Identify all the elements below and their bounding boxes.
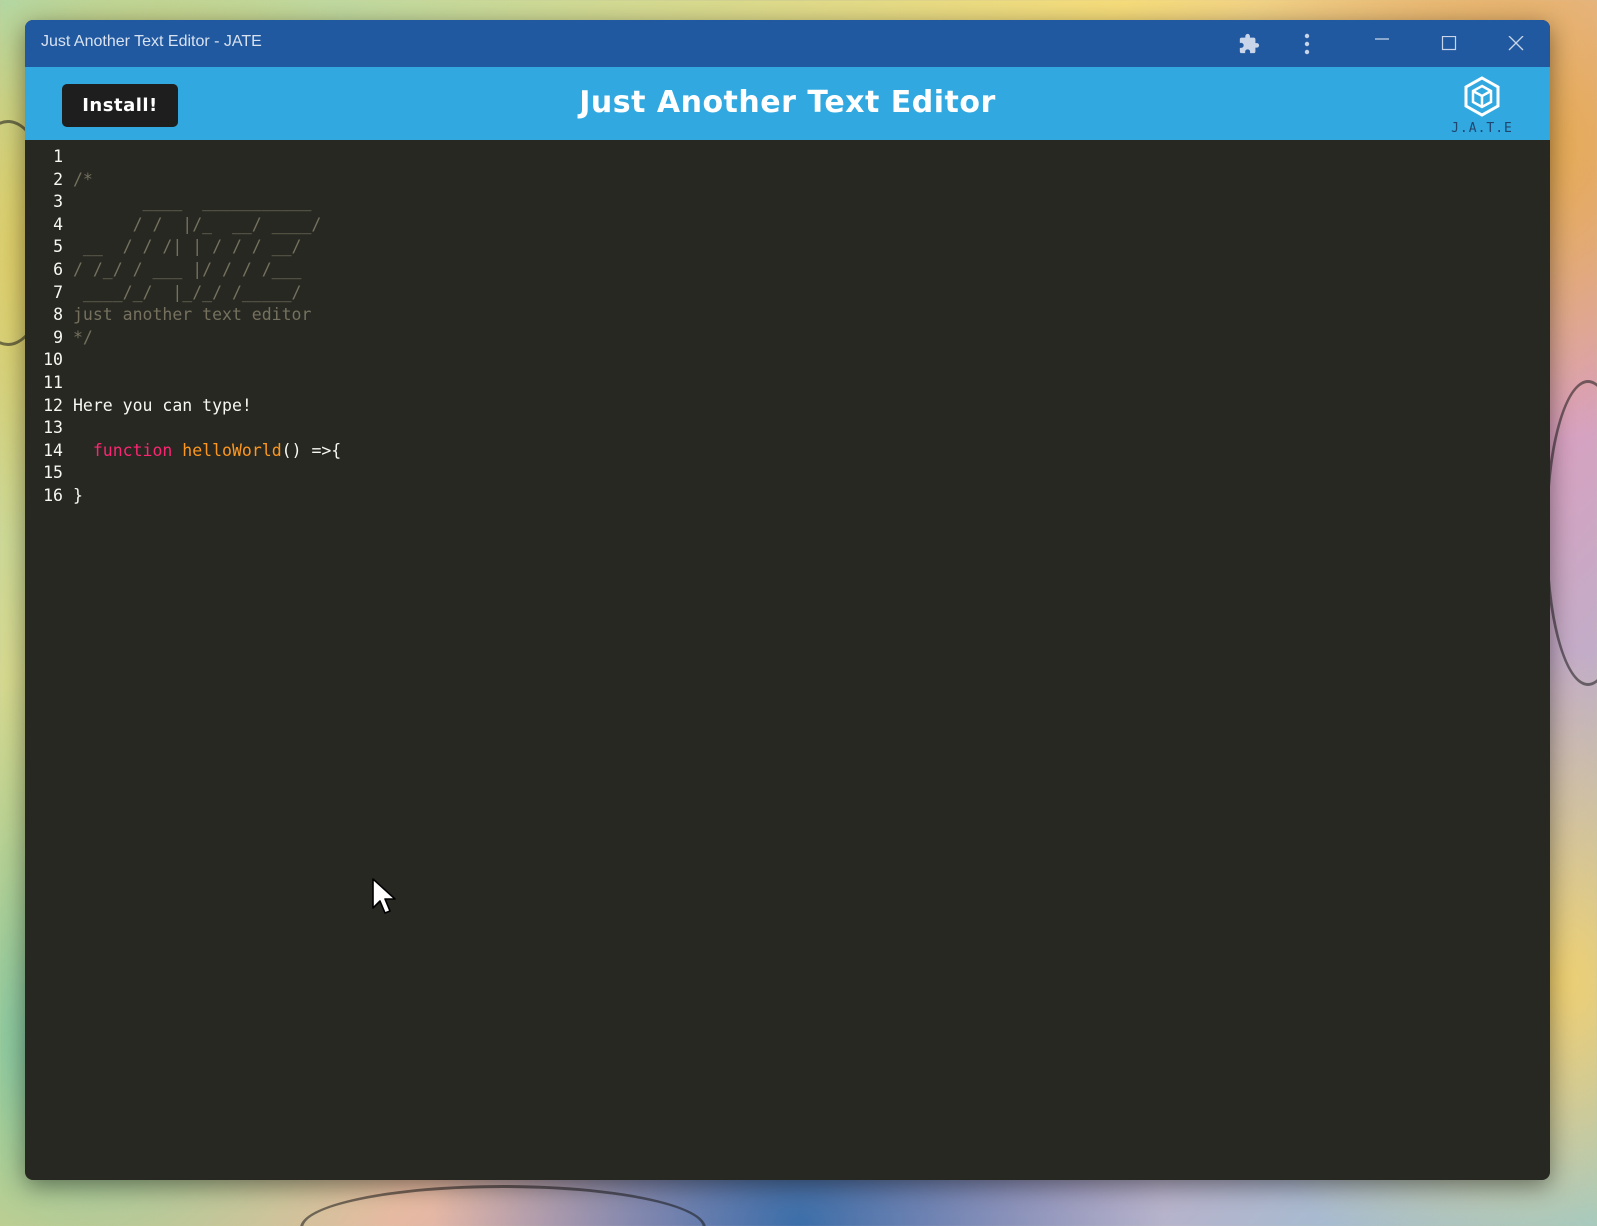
line-number: 11 (43, 372, 63, 392)
line-content[interactable]: /* (73, 169, 93, 192)
close-icon[interactable] (1492, 20, 1540, 67)
code-function-name: helloWorld (182, 440, 282, 460)
app-window: Just Another Text Editor - JATE Install!… (25, 20, 1550, 1180)
jate-logo: J.A.T.E (1450, 75, 1514, 137)
line-number: 14 (43, 440, 63, 460)
line-content[interactable]: ____ ___________ (73, 191, 312, 214)
line-number: 10 (43, 350, 63, 370)
line-number: 16 (43, 485, 63, 505)
editor-line[interactable]: 11 (25, 372, 1550, 395)
line-content[interactable]: / /_/ / ___ |/ / / /___ (73, 259, 301, 282)
page-title: Just Another Text Editor (579, 85, 996, 120)
line-content[interactable]: __ / / /| | / / / __/ (73, 236, 302, 259)
line-number: 1 (53, 147, 63, 166)
line-number: 13 (43, 418, 63, 438)
editor-line[interactable]: 13 (25, 417, 1550, 440)
more-vert-icon[interactable] (1283, 20, 1331, 67)
mouse-cursor-icon (372, 878, 396, 914)
line-number: 12 (43, 395, 63, 415)
line-number: 6 (53, 259, 63, 279)
line-number: 8 (53, 305, 63, 325)
code-rest: () =>{ (281, 440, 342, 460)
editor-line[interactable]: 7 ____/_/ |_/_/ /_____/ (25, 282, 1550, 305)
editor-line[interactable]: 4 / / |/_ __/ ____/ (25, 214, 1550, 237)
editor-line[interactable]: 12 Here you can type! (25, 395, 1550, 418)
line-content[interactable]: function helloWorld() =>{ (73, 440, 341, 463)
line-content[interactable]: / / |/_ __/ ____/ (73, 214, 322, 237)
window-title: Just Another Text Editor - JATE (41, 33, 262, 50)
line-number: 4 (53, 214, 63, 234)
puzzle-icon[interactable] (1225, 20, 1273, 67)
line-content[interactable]: */ (73, 327, 93, 350)
line-number: 9 (53, 327, 63, 347)
line-number: 2 (53, 169, 63, 189)
background-art (300, 1185, 706, 1226)
editor-line[interactable]: 10 (25, 349, 1550, 372)
line-content[interactable]: } (73, 485, 83, 508)
editor-line[interactable]: 5 __ / / /| | / / / __/ (25, 236, 1550, 259)
editor-line[interactable]: 14 function helloWorld() =>{ (25, 440, 1550, 463)
maximize-icon[interactable] (1425, 20, 1473, 67)
editor-line[interactable]: 2 /* (25, 169, 1550, 192)
editor-line[interactable]: 6 / /_/ / ___ |/ / / /___ (25, 259, 1550, 282)
minimize-icon[interactable] (1358, 20, 1406, 67)
background-art (1545, 380, 1597, 686)
line-number: 5 (53, 237, 63, 257)
editor-line[interactable]: 8 just another text editor (25, 304, 1550, 327)
window-titlebar[interactable]: Just Another Text Editor - JATE (25, 20, 1550, 67)
editor-line[interactable]: 3 ____ ___________ (25, 191, 1550, 214)
logo-text: J.A.T.E (1451, 121, 1513, 136)
line-content[interactable]: Here you can type! (73, 395, 252, 418)
line-number: 7 (53, 282, 63, 302)
line-content[interactable]: just another text editor (73, 304, 311, 327)
code-editor[interactable]: 1 2/* 3 ____ ___________ 4 / / |/_ __/ ____… (25, 140, 1550, 508)
app-header: Install! Just Another Text Editor J.A.T.… (25, 67, 1550, 140)
editor-line[interactable]: 15 (25, 462, 1550, 485)
editor-line[interactable]: 9 */ (25, 327, 1550, 350)
editor-line[interactable]: 16} (25, 485, 1550, 508)
line-number: 3 (53, 192, 63, 212)
code-keyword: function (92, 440, 173, 460)
line-number: 15 (43, 463, 63, 483)
line-content[interactable]: ____/_/ |_/_/ /_____/ (73, 282, 302, 305)
editor-line[interactable]: 1 (25, 146, 1550, 169)
logo-icon (1464, 76, 1500, 117)
